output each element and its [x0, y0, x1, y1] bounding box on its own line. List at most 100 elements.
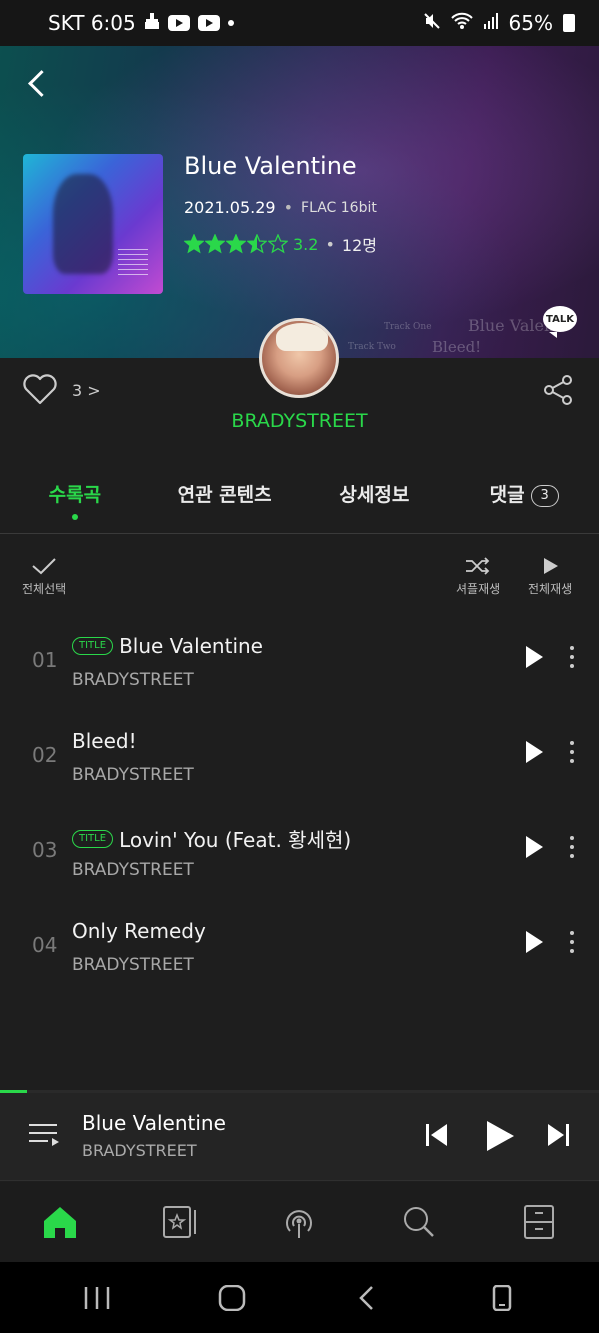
rating[interactable]: 3.2 • 12명: [184, 232, 377, 256]
nav-storage[interactable]: [479, 1182, 599, 1262]
track-number: 03: [32, 838, 58, 862]
play-icon[interactable]: [484, 1119, 516, 1153]
track-toolbar: 전체선택 셔플재생 전체재생: [0, 552, 599, 602]
track-title-row: TITLE Lovin' You (Feat. 황세현): [72, 824, 351, 853]
track-title: Bleed!: [72, 729, 137, 753]
more-options-icon[interactable]: [566, 741, 578, 769]
star-icon: [268, 234, 288, 254]
select-all-label: 전체선택: [22, 582, 67, 596]
select-all-button[interactable]: 전체선택: [22, 556, 66, 597]
star-icon: [184, 234, 204, 254]
tab-label: 댓글: [489, 484, 525, 506]
rating-count: 12명: [341, 236, 377, 255]
status-bar: SKT 6:05 65%: [0, 0, 599, 46]
home-button-icon[interactable]: [217, 1284, 247, 1311]
track-row[interactable]: 04 Only Remedy BRADYSTREET: [0, 903, 599, 993]
title-track-badge: TITLE: [72, 829, 114, 848]
back-button[interactable]: [24, 68, 54, 102]
shuffle-button[interactable]: 셔플재생: [456, 556, 500, 597]
previous-icon[interactable]: [424, 1121, 450, 1149]
track-title: Lovin' You (Feat. 황세현): [119, 828, 352, 852]
album-hero: Blue Valentine 2021.05.29 • FLAC 16bit 3…: [0, 46, 599, 358]
track-row[interactable]: 03 TITLE Lovin' You (Feat. 황세현) BRADYSTREET: [0, 808, 599, 898]
hero-decor-text: Blue Valen: [468, 316, 555, 335]
play-all-button[interactable]: 전체재생: [528, 556, 572, 597]
cleaner-icon: [144, 11, 160, 35]
play-icon: [544, 558, 559, 574]
recent-apps-icon[interactable]: [82, 1285, 112, 1311]
bottom-nav: [0, 1182, 599, 1262]
wifi-icon: [450, 11, 473, 35]
tab-tracks[interactable]: 수록곡: [0, 476, 150, 533]
system-nav-bar: [0, 1262, 599, 1333]
shuffle-label: 셔플재생: [456, 582, 501, 596]
youtube-icon: [167, 15, 190, 31]
back-nav-icon[interactable]: [352, 1285, 382, 1311]
talk-badge[interactable]: TALK: [543, 306, 577, 338]
track-row[interactable]: 01 TITLE Blue Valentine BRADYSTREET: [0, 618, 599, 708]
star-icon: [205, 234, 225, 254]
tab-comments[interactable]: 댓글 3: [449, 476, 599, 533]
player-title: Blue Valentine: [82, 1111, 226, 1135]
track-play-icon[interactable]: [524, 741, 544, 763]
mini-player[interactable]: Blue Valentine BRADYSTREET: [0, 1093, 599, 1181]
next-icon[interactable]: [545, 1121, 571, 1149]
nav-podcast[interactable]: [240, 1182, 360, 1262]
nav-home[interactable]: [0, 1182, 120, 1262]
notification-dot-icon: [227, 20, 234, 26]
nav-search[interactable]: [359, 1182, 479, 1262]
hero-decor-text: Track Two: [348, 342, 396, 352]
player-artist: BRADYSTREET: [82, 1141, 197, 1160]
playlist-icon[interactable]: [28, 1121, 60, 1149]
rating-separator: •: [325, 234, 335, 254]
track-number: 01: [32, 648, 58, 672]
track-title-row: TITLE Blue Valentine: [72, 634, 263, 658]
track-title-row: Only Remedy: [72, 919, 206, 943]
tab-label: 연관 콘텐츠: [177, 484, 272, 506]
artist-name[interactable]: BRADYSTREET: [0, 410, 599, 432]
nav-library[interactable]: [120, 1182, 240, 1262]
share-icon[interactable]: [542, 374, 574, 406]
track-title-row: Bleed!: [72, 729, 137, 753]
podcast-icon: [286, 1210, 313, 1238]
hero-decor-text: Track One: [384, 322, 432, 332]
title-track-badge: TITLE: [72, 637, 114, 655]
track-artist: BRADYSTREET: [72, 955, 194, 975]
battery-percent: 65%: [508, 11, 553, 35]
track-title: Only Remedy: [72, 919, 206, 943]
rating-stars: [184, 234, 288, 254]
rating-score: 3.2: [293, 234, 319, 254]
battery-icon: [563, 14, 575, 32]
comment-count-badge: 3: [530, 485, 559, 507]
tab-related[interactable]: 연관 콘텐츠: [150, 476, 300, 533]
like-row[interactable]: 3 >: [22, 374, 101, 406]
heart-icon[interactable]: [22, 374, 58, 406]
track-artist: BRADYSTREET: [72, 765, 194, 785]
youtube-icon: [197, 15, 220, 31]
more-options-icon[interactable]: [566, 836, 578, 864]
shuffle-icon: [466, 557, 490, 575]
album-cover[interactable]: [23, 154, 163, 294]
audio-quality: FLAC 16bit: [301, 199, 377, 216]
track-number: 02: [32, 743, 58, 767]
more-options-icon[interactable]: [566, 646, 578, 674]
tab-label: 상세정보: [339, 484, 410, 506]
like-count[interactable]: 3 >: [72, 381, 101, 400]
more-options-icon[interactable]: [566, 931, 578, 959]
star-icon: [226, 234, 246, 254]
track-play-icon[interactable]: [524, 836, 544, 858]
album-meta: 2021.05.29 • FLAC 16bit: [184, 198, 377, 217]
mute-icon: [423, 11, 441, 35]
search-icon: [404, 1207, 435, 1237]
rotate-screen-icon[interactable]: [487, 1284, 517, 1311]
track-row[interactable]: 02 Bleed! BRADYSTREET: [0, 713, 599, 803]
tab-details[interactable]: 상세정보: [300, 476, 450, 533]
track-play-icon[interactable]: [524, 646, 544, 668]
artist-avatar[interactable]: [259, 318, 339, 398]
play-all-label: 전체재생: [528, 582, 573, 596]
track-title: Blue Valentine: [119, 634, 263, 658]
carrier-time: SKT 6:05: [48, 11, 136, 35]
tab-label: 수록곡: [48, 484, 102, 506]
track-play-icon[interactable]: [524, 931, 544, 953]
tab-bar: 수록곡 연관 콘텐츠 상세정보 댓글 3: [0, 476, 599, 534]
